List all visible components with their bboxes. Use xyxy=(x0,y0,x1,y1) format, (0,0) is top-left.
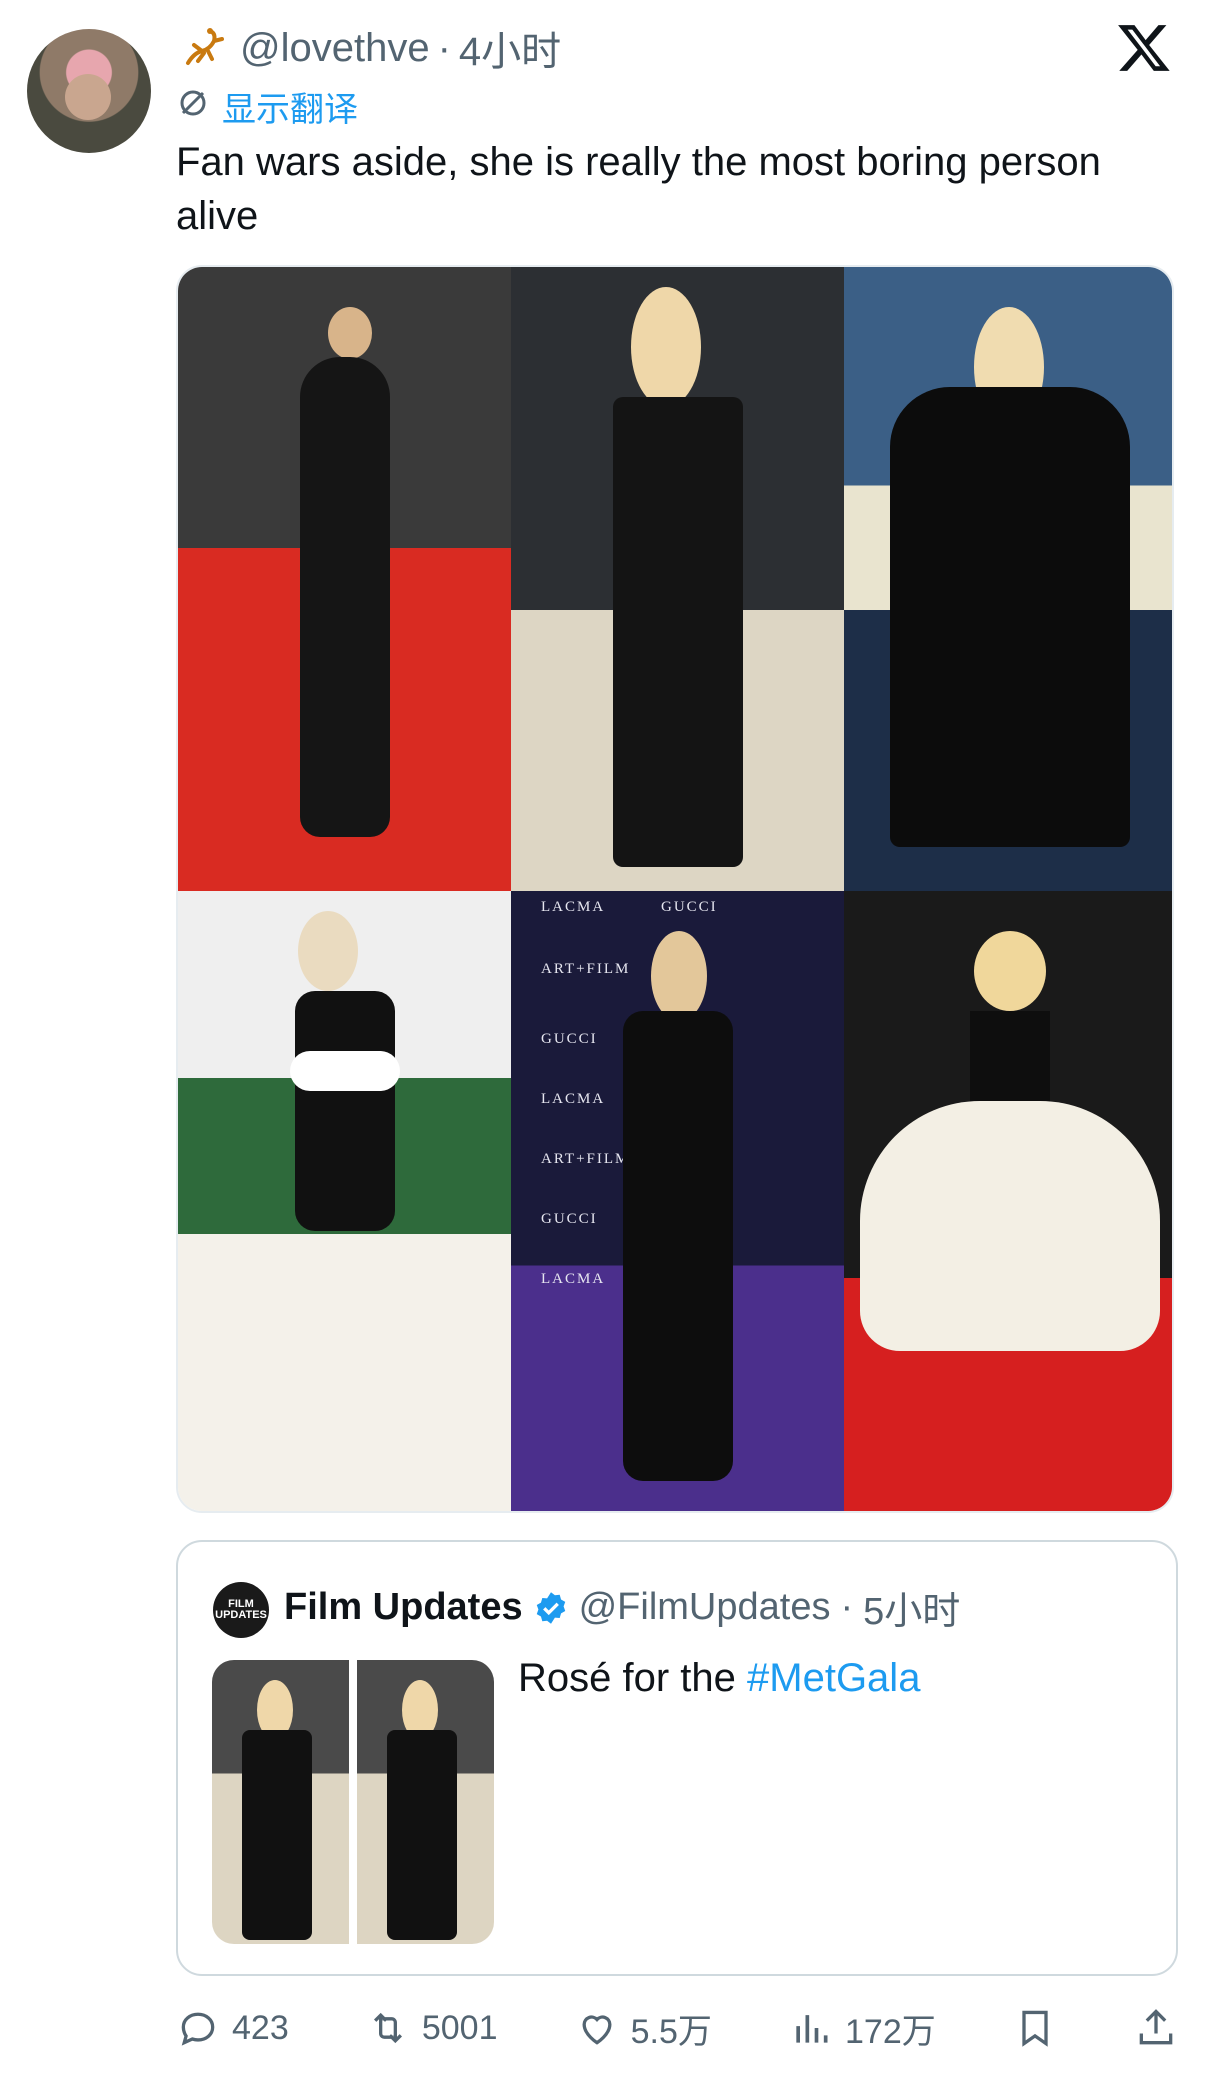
views-count: 172万 xyxy=(845,2012,936,2051)
quote-thumb-2[interactable] xyxy=(357,1660,494,1944)
hashtag-link[interactable]: #MetGala xyxy=(747,1656,920,1700)
views-button[interactable]: 172万 xyxy=(789,2004,936,2053)
figure-hair xyxy=(974,931,1046,1011)
translate-link[interactable]: 显示翻译 xyxy=(178,82,358,131)
figure-dress xyxy=(299,357,390,837)
action-bar: 423 5001 5.5万 172万 xyxy=(176,2000,1178,2056)
brand-label: GUCCI xyxy=(541,1031,598,1047)
like-button[interactable]: 5.5万 xyxy=(575,2004,712,2053)
quote-header: Film Updates @FilmUpdates · 5小时 xyxy=(284,1580,960,1635)
repost-count: 5001 xyxy=(421,2008,498,2047)
verified-icon xyxy=(536,1591,565,1624)
quote-handle[interactable]: @FilmUpdates xyxy=(579,1586,831,1629)
tweet-time[interactable]: 4小时 xyxy=(459,19,561,77)
figure-hair xyxy=(651,931,707,1021)
figure-skirt xyxy=(860,1101,1160,1351)
figure-dress xyxy=(612,397,743,867)
quote-name[interactable]: Film Updates xyxy=(284,1586,523,1629)
figure-dress xyxy=(242,1730,312,1940)
scorpion-icon xyxy=(178,21,232,75)
figure-dress xyxy=(387,1730,457,1940)
avatar-face xyxy=(65,74,111,120)
reply-icon xyxy=(181,2012,215,2046)
views-icon xyxy=(796,2015,828,2043)
photo-grid[interactable]: LACMA GUCCI ART+FILM GUCCI LACMA ART+FIL… xyxy=(176,265,1174,1513)
translate-label[interactable]: 显示翻译 xyxy=(222,82,358,131)
photo-3[interactable] xyxy=(844,267,1172,891)
photo-4[interactable] xyxy=(178,891,511,1511)
tweet-handle[interactable]: @lovethve xyxy=(240,26,430,71)
photo-6[interactable] xyxy=(844,891,1172,1511)
avatar[interactable] xyxy=(27,29,151,153)
tweet-header: @lovethve · 4小时 xyxy=(178,18,561,78)
figure-bow xyxy=(289,1051,400,1091)
share-button[interactable] xyxy=(1134,2006,1178,2050)
brand-label: LACMA xyxy=(541,1271,606,1287)
brand-label: GUCCI xyxy=(661,899,718,915)
figure-hair xyxy=(631,287,701,407)
bookmark-button[interactable] xyxy=(1013,2006,1057,2050)
bookmark-icon xyxy=(1022,2010,1048,2047)
share-icon xyxy=(1139,2009,1173,2045)
brand-label: LACMA xyxy=(541,1091,606,1107)
brand-label: LACMA xyxy=(541,899,606,915)
figure-head xyxy=(328,307,372,359)
quote-media[interactable] xyxy=(212,1660,494,1944)
brand-label: ART+FILM xyxy=(541,1151,631,1167)
quote-time[interactable]: 5小时 xyxy=(863,1580,960,1635)
like-icon xyxy=(582,2015,612,2045)
separator: · xyxy=(840,1586,854,1628)
brand-label: GUCCI xyxy=(541,1211,598,1227)
brand-label: ART+FILM xyxy=(541,961,631,977)
figure-dress xyxy=(890,387,1130,847)
quoted-tweet[interactable]: FILM UPDATES Film Updates @FilmUpdates ·… xyxy=(176,1540,1178,1976)
photo-5[interactable]: LACMA GUCCI ART+FILM GUCCI LACMA ART+FIL… xyxy=(511,891,844,1511)
like-count: 5.5万 xyxy=(630,2012,712,2051)
separator: · xyxy=(437,25,451,70)
photo-2[interactable] xyxy=(511,267,844,891)
repost-button[interactable]: 5001 xyxy=(366,2006,498,2050)
quote-avatar[interactable]: FILM UPDATES xyxy=(213,1582,269,1638)
figure-dress xyxy=(622,1011,733,1481)
reply-button[interactable]: 423 xyxy=(176,2006,289,2050)
figure-dress xyxy=(294,991,395,1231)
repost-icon xyxy=(373,2012,402,2044)
quote-text-prefix: Rosé for the xyxy=(518,1656,748,1700)
x-logo-icon[interactable] xyxy=(1116,20,1172,76)
quote-thumb-1[interactable] xyxy=(212,1660,349,1944)
globe-icon xyxy=(178,88,208,126)
reply-count: 423 xyxy=(232,2008,289,2047)
figure-hair xyxy=(298,911,358,991)
photo-1[interactable] xyxy=(178,267,511,891)
quote-text: Rosé for the #MetGala xyxy=(518,1656,920,1701)
tweet-text: Fan wars aside, she is really the most b… xyxy=(176,140,1101,238)
